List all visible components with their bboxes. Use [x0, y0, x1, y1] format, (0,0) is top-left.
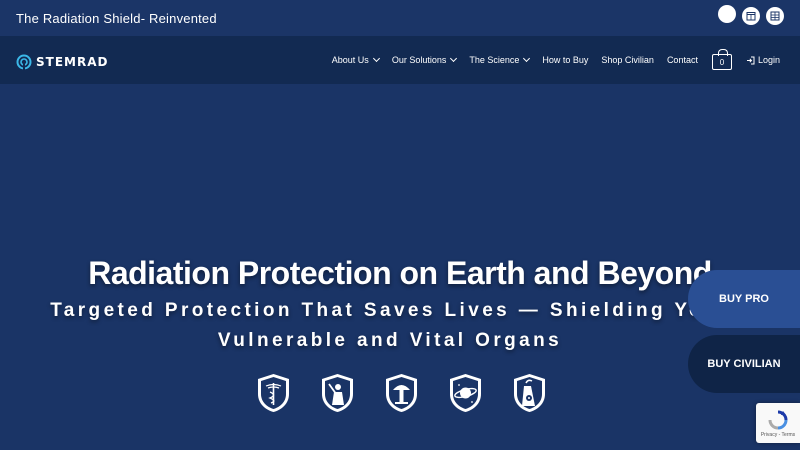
nav-shop-civilian[interactable]: Shop Civilian — [601, 55, 654, 65]
recaptcha-badge[interactable]: Privacy - Terms — [756, 403, 800, 443]
nav-the-science[interactable]: The Science — [469, 54, 531, 65]
nav-menu: About Us Our Solutions The Science How t… — [319, 36, 780, 84]
buy-civilian-button[interactable]: BUY CIVILIAN — [688, 335, 800, 393]
recaptcha-icon — [768, 410, 788, 429]
sector-badges — [255, 372, 548, 414]
top-bar-icons — [718, 5, 784, 25]
buy-pro-button[interactable]: BUY PRO — [688, 270, 800, 328]
nav-contact[interactable]: Contact — [667, 55, 698, 65]
hero-title: Radiation Protection on Earth and Beyond — [88, 255, 712, 291]
industry-shield-icon[interactable] — [511, 372, 548, 414]
nav-label: The Science — [469, 55, 520, 65]
hero-subtitle-line-1: Targeted Protection That Saves Lives — S… — [50, 300, 730, 321]
nuclear-shield-icon[interactable] — [383, 372, 420, 414]
login-label: Login — [757, 55, 780, 65]
login-icon — [746, 56, 755, 64]
military-shield-icon[interactable] — [319, 372, 356, 414]
nav-about-us[interactable]: About Us — [331, 54, 380, 65]
chevron-down-icon — [372, 54, 380, 63]
nav-label: Shop Civilian — [601, 55, 654, 65]
logo-text: STEMRAD — [36, 55, 109, 69]
hero-subtitle-line-2: Vulnerable and Vital Organs — [217, 330, 563, 351]
chevron-down-icon — [450, 54, 458, 63]
accessibility-button[interactable] — [718, 5, 736, 23]
calendar-icon[interactable] — [742, 7, 760, 25]
login-link[interactable]: Login — [746, 55, 780, 65]
recaptcha-text: Privacy - Terms — [760, 431, 796, 438]
cart-button[interactable]: 0 — [711, 49, 732, 70]
tagline: The Radiation Shield- Reinvented — [16, 10, 217, 26]
space-shield-icon[interactable] — [447, 372, 484, 414]
nav-how-to-buy[interactable]: How to Buy — [542, 55, 588, 65]
nav-our-solutions[interactable]: Our Solutions — [391, 54, 458, 65]
hero-subtitle: Targeted Protection That Saves Lives — S… — [20, 296, 760, 356]
medical-shield-icon[interactable] — [255, 372, 292, 414]
main-navbar: STEMRAD About Us Our Solutions The Scien… — [0, 36, 800, 84]
chevron-down-icon — [523, 54, 531, 63]
top-bar: The Radiation Shield- Reinvented — [0, 0, 800, 36]
nav-label: How to Buy — [542, 55, 589, 65]
logo-mark-icon — [16, 54, 32, 70]
nav-label: About Us — [331, 55, 369, 65]
cart-count: 0 — [719, 57, 725, 67]
nav-label: Contact — [666, 55, 698, 65]
grid-icon[interactable] — [766, 7, 784, 25]
nav-label: Our Solutions — [391, 55, 447, 65]
stemrad-logo[interactable]: STEMRAD — [16, 54, 108, 70]
